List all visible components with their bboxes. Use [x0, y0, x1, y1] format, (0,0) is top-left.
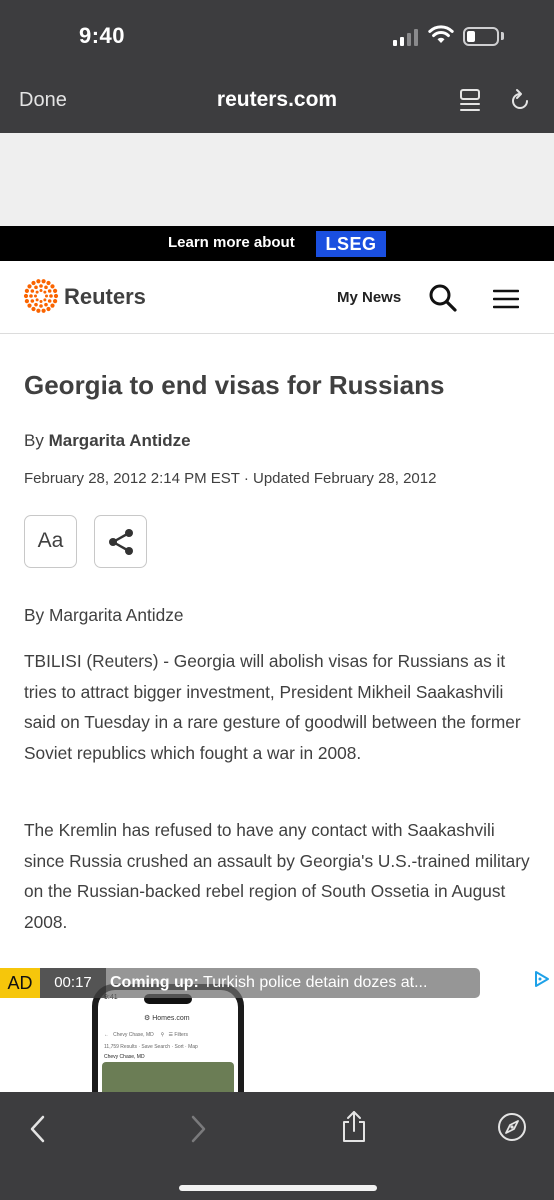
wifi-icon	[428, 25, 454, 43]
article-byline: By Margarita Antidze	[24, 431, 191, 451]
cellular-signal-icon	[393, 28, 419, 46]
coming-up-headline: Turkish police detain dozes at...	[198, 974, 428, 991]
adchoices-icon[interactable]	[532, 970, 550, 988]
promo-banner[interactable]: Learn more about LSEG	[0, 226, 554, 261]
home-indicator	[179, 1185, 377, 1191]
browser-top-chrome: 9:40 Done reuters.com	[0, 0, 554, 133]
back-icon[interactable]	[28, 1114, 48, 1144]
reuters-logo-icon[interactable]	[23, 278, 59, 314]
author-link[interactable]: Margarita Antidze	[49, 431, 191, 450]
reader-icon[interactable]	[458, 88, 482, 114]
battery-icon	[463, 27, 499, 46]
share-icon	[109, 529, 133, 555]
share-button[interactable]	[94, 515, 147, 568]
font-size-button[interactable]: Aa	[24, 515, 77, 568]
battery-tip	[501, 32, 504, 40]
browser-bottom-toolbar	[0, 1092, 554, 1200]
search-icon[interactable]	[428, 283, 458, 313]
url-text[interactable]: reuters.com	[217, 88, 337, 111]
compass-icon[interactable]	[497, 1112, 527, 1142]
coming-up-title[interactable]: Coming up: Turkish police detain dozes a…	[106, 968, 480, 998]
site-header: Reuters My News	[0, 261, 554, 334]
lseg-badge: LSEG	[316, 231, 386, 257]
reuters-logo-text[interactable]: Reuters	[64, 284, 146, 310]
my-news-link[interactable]: My News	[337, 289, 401, 306]
article-paragraph: TBILISI (Reuters) - Georgia will abolish…	[24, 651, 521, 763]
forward-icon[interactable]	[188, 1114, 208, 1144]
video-ad[interactable]: 9:41 ⚙ Homes.com ← Chevy Chase, MD ⚲ ☰ F…	[0, 968, 554, 1092]
article-body-byline: By Margarita Antidze	[24, 605, 184, 625]
done-button[interactable]: Done	[19, 89, 67, 112]
ad-placeholder	[0, 133, 554, 226]
status-time: 9:40	[79, 23, 126, 48]
menu-icon[interactable]	[493, 289, 519, 309]
article-paragraph: The Kremlin has refused to have any cont…	[24, 820, 530, 932]
ad-timer: 00:17	[40, 968, 106, 998]
promo-text: Learn more about	[168, 234, 295, 251]
article-headline: Georgia to end visas for Russians	[24, 370, 445, 400]
coming-up-label: Coming up:	[110, 974, 199, 991]
share-icon[interactable]	[340, 1110, 368, 1144]
reload-icon[interactable]	[507, 88, 533, 114]
ad-label-badge: AD	[0, 968, 40, 998]
byline-prefix: By	[24, 431, 44, 450]
article-dateline: February 28, 2012 2:14 PM EST · Updated …	[24, 470, 437, 487]
ad-phone-image: 9:41 ⚙ Homes.com ← Chevy Chase, MD ⚲ ☰ F…	[92, 984, 244, 1092]
